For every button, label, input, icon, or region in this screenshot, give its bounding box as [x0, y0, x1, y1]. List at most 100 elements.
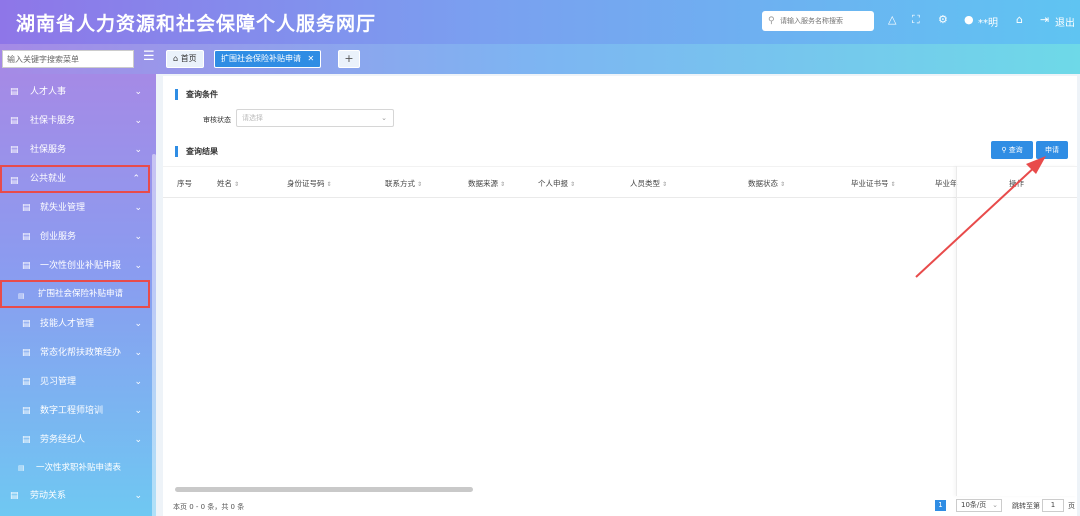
add-tab-button[interactable]: +	[338, 50, 360, 68]
chevron-down-icon: ⌄	[134, 406, 142, 416]
fixed-actions-column	[956, 166, 1077, 496]
sidebar-item-unemployment[interactable]: ▤ 就失业管理 ⌄	[0, 194, 150, 222]
column-header[interactable]: 姓名 ⇕	[217, 178, 239, 189]
sidebar-item-labor-broker[interactable]: ▤ 劳务经纪人 ⌄	[0, 426, 150, 454]
sort-icon: ⇕	[570, 181, 576, 188]
document-icon: ▤	[22, 232, 31, 242]
pagination-page-button[interactable]: 1	[935, 500, 946, 511]
document-icon: ▤	[22, 319, 31, 329]
sidebar-item-social-insurance[interactable]: ▤ 社保服务 ⌄	[0, 136, 150, 164]
user-name[interactable]: **明	[978, 14, 998, 29]
settings-icon[interactable]: ⚙	[938, 13, 948, 27]
tab-home[interactable]: ⌂ 首页	[166, 50, 204, 68]
chevron-down-icon: ⌄	[134, 145, 142, 155]
user-icon: ●	[964, 13, 974, 26]
document-icon: ▤	[10, 116, 19, 126]
chevron-down-icon: ⌄	[134, 203, 142, 213]
app-header: 湖南省人力资源和社会保障个人服务网厅 ⚲ △ ⛶ ⚙ ● **明 ⌂ ⇥ 退出	[0, 0, 1080, 44]
document-icon: ▤	[22, 435, 31, 445]
document-icon: ▤	[18, 292, 25, 300]
chevron-down-icon: ⌄	[134, 435, 142, 445]
chevron-down-icon: ⌄	[134, 377, 142, 387]
chevron-up-icon: ⌃	[132, 174, 140, 184]
column-header[interactable]: 数据来源 ⇕	[468, 178, 505, 189]
chevron-down-icon: ⌄	[381, 114, 387, 122]
fullscreen-icon[interactable]: ⛶	[912, 13, 920, 27]
document-icon: ▤	[22, 203, 31, 213]
sidebar-item-support-policy[interactable]: ▤ 常态化帮扶政策经办 ⌄	[0, 339, 150, 367]
tab-subsidy-application[interactable]: 扩围社会保险补贴申请 ✕	[214, 50, 322, 68]
sidebar-item-labor-relations[interactable]: ▤ 劳动关系 ⌄	[0, 482, 150, 510]
site-title: 湖南省人力资源和社会保障个人服务网厅	[16, 13, 377, 35]
search-icon: ⚲	[768, 15, 775, 26]
chevron-down-icon: ⌄	[134, 116, 142, 126]
main-panel: 查询条件 审核状态 请选择 ⌄ 查询结果 ⚲ 查询 申请 序号 姓名 ⇕ 身份证号…	[163, 76, 1077, 516]
sort-icon: ⇕	[662, 181, 668, 188]
document-icon: ▤	[10, 176, 19, 186]
sidebar-item-skilled-talent[interactable]: ▤ 技能人才管理 ⌄	[0, 310, 150, 338]
service-search-input[interactable]	[780, 17, 870, 25]
document-icon: ▤	[10, 145, 19, 155]
audit-status-select[interactable]: 请选择 ⌄	[236, 109, 394, 127]
logout-button[interactable]: 退出	[1055, 14, 1075, 29]
column-header[interactable]: 数据状态 ⇕	[748, 178, 785, 189]
service-search-box[interactable]: ⚲	[762, 11, 874, 31]
home-icon[interactable]: ⌂	[1016, 13, 1023, 27]
sort-icon: ⇕	[890, 181, 896, 188]
logout-icon[interactable]: ⇥	[1040, 13, 1049, 27]
tab-active-label: 扩围社会保险补贴申请	[221, 54, 301, 63]
sort-icon: ⇕	[780, 181, 786, 188]
document-icon: ▤	[22, 348, 31, 358]
query-results-title: 查询结果	[175, 146, 218, 157]
column-header[interactable]: 联系方式 ⇕	[385, 178, 422, 189]
table-horizontal-scrollbar[interactable]	[175, 487, 473, 492]
sidebar-item-internship[interactable]: ▤ 见习管理 ⌄	[0, 368, 150, 396]
chevron-down-icon: ⌄	[134, 319, 142, 329]
column-header[interactable]: 毕业证书号 ⇕	[851, 178, 896, 189]
column-header[interactable]: 人员类型 ⇕	[630, 178, 667, 189]
pagination-summary: 本页 0 - 0 条，共 0 条	[173, 503, 245, 511]
chevron-down-icon: ⌄	[134, 348, 142, 358]
sidebar-item-talent[interactable]: ▤ 人才人事 ⌄	[0, 78, 150, 106]
column-header: 毕业年	[935, 179, 958, 188]
audit-status-placeholder: 请选择	[242, 114, 263, 122]
sidebar-item-startup-subsidy[interactable]: ▤ 一次性创业补贴申报 ⌄	[0, 252, 150, 280]
sidebar-item-insurance-subsidy[interactable]: ▤ 扩围社会保险补贴申请	[0, 280, 150, 308]
sidebar-scrollbar[interactable]	[152, 154, 156, 516]
sidebar-item-job-seeking-subsidy[interactable]: ▤ 一次性求职补贴申请表	[0, 454, 150, 482]
column-header: 序号	[177, 179, 192, 188]
document-icon: ▤	[10, 87, 19, 97]
document-icon: ▤	[10, 491, 19, 501]
document-icon: ▤	[22, 261, 31, 271]
sidebar-item-digital-engineer[interactable]: ▤ 数字工程师培训 ⌄	[0, 397, 150, 425]
column-header[interactable]: 身份证号码 ⇕	[287, 178, 332, 189]
tab-home-label: 首页	[180, 54, 197, 63]
bell-icon[interactable]: △	[888, 13, 896, 27]
sidebar: ▤ 人才人事 ⌄ ▤ 社保卡服务 ⌄ ▤ 社保服务 ⌄ ▤ 公共就业 ⌃ ▤ 就…	[0, 74, 156, 516]
page-size-select[interactable]: 10条/页 ⌄	[956, 499, 1002, 512]
home-icon: ⌂	[173, 54, 179, 63]
results-table-header: 序号 姓名 ⇕ 身份证号码 ⇕ 联系方式 ⇕ 数据来源 ⇕ 个人申报 ⇕ 人员类型 ⇕ 数据…	[163, 166, 1077, 198]
sort-icon: ⇕	[417, 181, 423, 188]
column-header[interactable]: 个人申报 ⇕	[538, 178, 575, 189]
query-conditions-title: 查询条件	[175, 89, 218, 100]
sort-icon: ⇕	[500, 181, 506, 188]
document-icon: ▤	[18, 464, 25, 472]
sidebar-item-entrepreneurship[interactable]: ▤ 创业服务 ⌄	[0, 223, 150, 251]
menu-search-input[interactable]	[2, 50, 134, 68]
audit-status-label: 审核状态	[203, 116, 231, 124]
document-icon: ▤	[22, 377, 31, 387]
jump-page-input[interactable]: 1	[1042, 499, 1064, 512]
chevron-down-icon: ⌄	[134, 261, 142, 271]
tab-bar: ☰ ⌂ 首页 扩围社会保险补贴申请 ✕ +	[0, 44, 1080, 74]
query-button[interactable]: ⚲ 查询	[991, 141, 1033, 159]
apply-button[interactable]: 申请	[1036, 141, 1068, 159]
close-icon[interactable]: ✕	[308, 54, 315, 63]
search-icon: ⚲	[1001, 146, 1007, 154]
sidebar-item-public-employment[interactable]: ▤ 公共就业 ⌃	[0, 165, 150, 193]
sort-icon: ⇕	[234, 181, 240, 188]
sidebar-item-social-card[interactable]: ▤ 社保卡服务 ⌄	[0, 107, 150, 135]
jump-unit-label: 页	[1068, 502, 1075, 510]
chevron-down-icon: ⌄	[134, 491, 142, 501]
hamburger-menu-icon[interactable]: ☰	[143, 49, 155, 64]
